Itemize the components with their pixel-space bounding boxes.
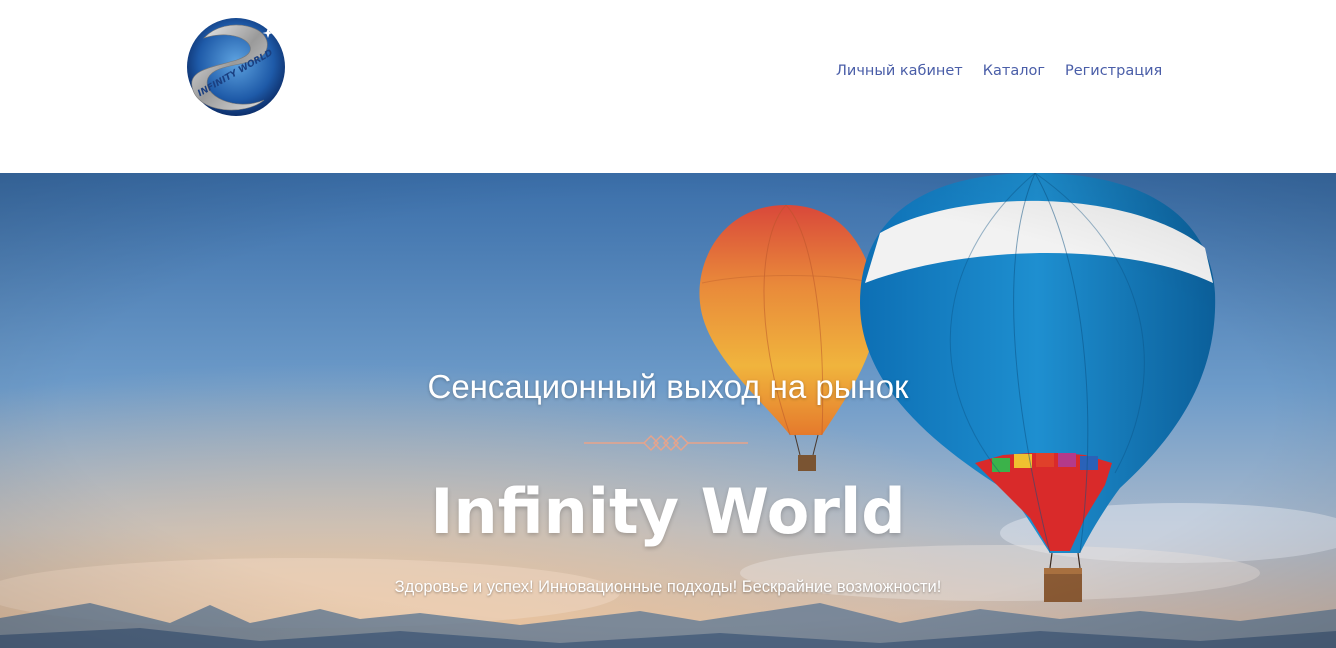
hero-banner: Сенсационный выход на рынок Infinity Wor… [0,173,1336,648]
main-nav: Личный кабинет Каталог Регистрация [826,60,1172,82]
site-logo[interactable]: INFINITY WORLD [186,16,286,118]
nav-link-registration[interactable]: Регистрация [1055,60,1172,82]
hero-background-image [0,173,1336,648]
nav-link-personal-account[interactable]: Личный кабинет [826,60,973,82]
site-header: INFINITY WORLD Личный кабинет Каталог Ре… [0,0,1336,173]
nav-link-catalog[interactable]: Каталог [973,60,1055,82]
hero-tagline: Здоровье и успех! Инновационные подходы!… [394,578,942,596]
hero-title: Infinity World [430,475,906,548]
hero-subtitle: Сенсационный выход на рынок [427,368,909,405]
ornament-divider-icon [584,435,748,451]
